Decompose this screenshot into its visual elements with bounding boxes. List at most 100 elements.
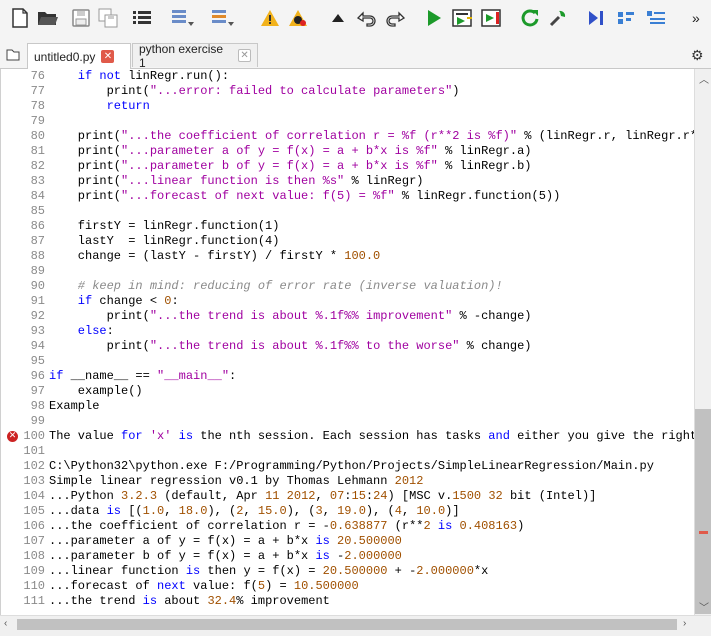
code-token: % linRegr.a) — [437, 144, 532, 158]
code-line: 91 if change < 0: — [1, 294, 695, 309]
file-browser-icon[interactable] — [6, 48, 20, 66]
line-number: 100 — [23, 429, 45, 443]
code-line: 107 ...parameter a of y = f(x) = a + b*x … — [1, 534, 695, 549]
code-token: bit (Intel)] — [502, 489, 597, 503]
code-token: else — [49, 324, 107, 338]
scroll-right-icon[interactable]: › — [683, 618, 686, 629]
code-token: ) — [517, 519, 525, 533]
list-icon[interactable] — [130, 6, 154, 30]
more-icon[interactable]: » — [692, 10, 700, 26]
code-token: ) = — [265, 579, 294, 593]
code-token: value: f( — [185, 579, 258, 593]
code-token: is — [315, 549, 330, 563]
code-token: 18.0 — [178, 504, 208, 518]
scroll-thumb[interactable] — [17, 619, 677, 630]
code-line: 101 — [1, 444, 695, 459]
code-token: lastY = linRegr.function(4) — [49, 234, 280, 248]
code-token: change < — [99, 294, 165, 308]
code-text: The value for 'x' is the nth session. Ea… — [49, 429, 695, 444]
tab-python-exercise[interactable]: python exercise 1 ✕ — [132, 42, 258, 70]
code-line: 88 change = (lastY - firstY) / firstY * … — [1, 249, 695, 264]
code-text: ...parameter a of y = f(x) = a + b*x is … — [49, 534, 402, 549]
code-token: 11 — [265, 489, 280, 503]
code-token: ...forecast of — [49, 579, 158, 593]
code-token: print( — [49, 159, 122, 173]
code-token: , — [164, 504, 179, 518]
code-token: % improvement — [236, 594, 330, 608]
step-icon[interactable] — [584, 6, 608, 30]
code-token: 10.500000 — [293, 579, 359, 593]
scroll-thumb[interactable] — [695, 409, 711, 614]
code-token: example() — [49, 384, 143, 398]
code-token: print( — [49, 339, 150, 353]
scroll-left-icon[interactable]: ‹ — [4, 618, 7, 629]
code-token: The value — [49, 429, 122, 443]
gear-icon[interactable]: ⚙ — [691, 47, 704, 64]
debug-icon[interactable] — [546, 6, 570, 30]
code-token: is — [106, 504, 122, 518]
code-token: __name__ == — [70, 369, 158, 383]
code-text: ...linear function is then y = f(x) = 20… — [49, 564, 488, 579]
code-text: print("...parameter a of y = f(x) = a + … — [49, 144, 532, 159]
code-token: "...parameter a of y = f(x) = a + b*x is… — [121, 144, 438, 158]
code-line: 79 — [1, 114, 695, 129]
scroll-down-icon[interactable]: ﹀ — [699, 599, 709, 614]
rerun-icon[interactable] — [518, 6, 542, 30]
error-icon[interactable]: ✕ — [7, 431, 18, 442]
horizontal-scrollbar[interactable]: ‹ › — [0, 615, 711, 633]
code-line: 94 print("...the trend is about %.1f%% t… — [1, 339, 695, 354]
code-line: 85 — [1, 204, 695, 219]
code-token: "...the trend is about %.1f%% improvemen… — [149, 309, 453, 323]
outline-icon[interactable] — [644, 6, 668, 30]
code-token: print( — [49, 84, 150, 98]
indent-icon[interactable] — [170, 6, 194, 30]
code-line: 108 ...parameter b of y = f(x) = a + b*x … — [1, 549, 695, 564]
code-text: else: — [49, 324, 114, 339]
arrow-up-icon[interactable] — [326, 6, 350, 30]
code-editor[interactable]: 76 if not linRegr.run(): 77 print("...err… — [0, 69, 695, 615]
code-token: the nth session. Each session has tasks — [193, 429, 489, 443]
redo-icon[interactable] — [384, 6, 408, 30]
code-token: ), ( — [286, 504, 316, 518]
save-icon[interactable] — [69, 6, 93, 30]
code-line: 109 ...linear function is then y = f(x) =… — [1, 564, 695, 579]
maximize-icon[interactable] — [614, 6, 638, 30]
code-token: "...the trend is about %.1f%% to the wor… — [149, 339, 460, 353]
save-all-icon[interactable] — [96, 6, 120, 30]
tab-untitled0[interactable]: untitled0.py ✕ — [27, 43, 131, 69]
code-token: , — [401, 504, 417, 518]
run-cell-icon[interactable] — [451, 6, 475, 30]
line-number: 101 — [23, 444, 45, 458]
run-cell-advance-icon[interactable] — [480, 6, 504, 30]
outdent-icon[interactable] — [210, 6, 234, 30]
vertical-scrollbar[interactable]: ︿ ﹀ — [694, 69, 711, 615]
code-token: % linRegr.b) — [437, 159, 532, 173]
code-text: print("...error: failed to calculate par… — [49, 84, 460, 99]
close-icon[interactable]: ✕ — [101, 50, 115, 63]
code-token: 32 — [481, 489, 503, 503]
new-file-icon[interactable] — [8, 6, 32, 30]
code-token: "__main__" — [157, 369, 230, 383]
code-token: ...parameter a of y = f(x) = a + b*x — [49, 534, 316, 548]
code-token: % (linRegr.r, linRegr.r* — [517, 129, 695, 143]
code-line: 105 ...data is [(1.0, 18.0), (2, 15.0), (… — [1, 504, 695, 519]
scroll-up-icon[interactable]: ︿ — [699, 71, 709, 86]
open-folder-icon[interactable] — [36, 6, 60, 30]
code-token: (default, Apr — [157, 489, 266, 503]
run-icon[interactable] — [422, 6, 446, 30]
undo-icon[interactable] — [354, 6, 378, 30]
code-token: if — [49, 369, 71, 383]
code-line: 96 if __name__ == "__main__": — [1, 369, 695, 384]
code-token: is — [430, 519, 453, 533]
code-token: 24 — [373, 489, 388, 503]
code-line: 111 ...the trend is about 32.4% improveme… — [1, 594, 695, 609]
code-token: : — [229, 369, 237, 383]
code-token: 1.0 — [142, 504, 165, 518]
code-token: ...Python — [49, 489, 122, 503]
warning-icon[interactable] — [258, 6, 282, 30]
close-icon[interactable]: ✕ — [238, 49, 251, 62]
code-token: 10.0 — [416, 504, 446, 518]
code-token: + - — [387, 564, 417, 578]
bug-icon[interactable] — [286, 6, 310, 30]
code-token: is — [185, 564, 201, 578]
